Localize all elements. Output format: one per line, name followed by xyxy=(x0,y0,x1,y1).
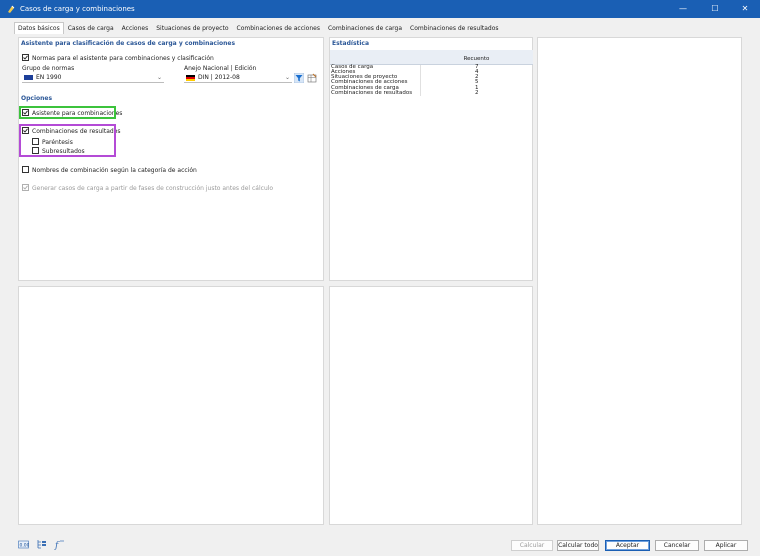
standard-group-value: EN 1990 xyxy=(36,74,62,81)
standard-group-label: Grupo de normas xyxy=(22,65,75,72)
title-bar: Casos de carga y combinaciones — ☐ ✕ xyxy=(0,0,760,18)
check-icon xyxy=(23,55,28,60)
tab-combinaciones-de-acciones[interactable]: Combinaciones de acciones xyxy=(233,22,324,34)
chevron-down-icon: ⌄ xyxy=(284,74,290,81)
statistics-title: Estadística xyxy=(332,40,370,47)
minimize-button[interactable]: — xyxy=(668,0,698,18)
accept-button[interactable]: Aceptar xyxy=(605,540,650,551)
svg-text:ƒ: ƒ xyxy=(54,541,60,550)
tab-situaciones-de-proyecto[interactable]: Situaciones de proyecto xyxy=(152,22,232,34)
stats-header-name xyxy=(330,56,420,65)
calculate-button[interactable]: Calcular xyxy=(511,540,553,551)
statistics-table: Recuento Casos de carga 7 Acciones 4 Situa… xyxy=(330,50,533,96)
units-icon[interactable]: 0.00 xyxy=(18,539,29,550)
tab-bar: Datos básicos Casos de carga Acciones Si… xyxy=(14,22,503,34)
table-row: Combinaciones de resultados 2 xyxy=(330,89,533,96)
options-section-title: Opciones xyxy=(21,95,53,102)
bottom-left-panel xyxy=(18,286,324,525)
cancel-button[interactable]: Cancelar xyxy=(655,540,699,551)
highlight-green xyxy=(19,106,116,119)
standards-checkbox[interactable] xyxy=(22,54,29,61)
annex-value: DIN | 2012-08 xyxy=(198,74,240,81)
formula-icon[interactable]: ƒ xyxy=(54,539,65,550)
tab-casos-de-carga[interactable]: Casos de carga xyxy=(64,22,118,34)
maximize-button[interactable]: ☐ xyxy=(700,0,730,18)
stat-name: Combinaciones de resultados xyxy=(331,89,413,96)
tab-acciones[interactable]: Acciones xyxy=(118,22,153,34)
close-button[interactable]: ✕ xyxy=(730,0,760,18)
annex-label: Anejo Nacional | Edición xyxy=(184,65,257,72)
standards-checkbox-label: Normas para el asistente para combinacio… xyxy=(32,55,214,62)
standard-group-select[interactable]: EN 1990 ⌄ xyxy=(22,73,164,83)
annex-select[interactable]: DIN | 2012-08 ⌄ xyxy=(184,73,292,83)
generate-checkbox xyxy=(22,184,29,191)
generate-label: Generar casos de carga a partir de fases… xyxy=(32,185,274,192)
wizard-section-title: Asistente para clasificación de casos de… xyxy=(21,40,236,47)
preview-panel xyxy=(537,37,742,525)
chevron-down-icon: ⌄ xyxy=(156,74,162,81)
de-flag-icon xyxy=(186,75,195,81)
edit-table-icon[interactable] xyxy=(307,73,317,83)
filter-icon[interactable] xyxy=(294,73,304,83)
stats-header-count: Recuento xyxy=(420,56,533,65)
calculate-all-button[interactable]: Calcular todo xyxy=(557,540,599,551)
tab-datos-basicos[interactable]: Datos básicos xyxy=(14,22,64,34)
naming-checkbox[interactable] xyxy=(22,166,29,173)
check-icon xyxy=(23,185,28,190)
tab-combinaciones-de-carga[interactable]: Combinaciones de carga xyxy=(324,22,406,34)
tree-view-icon[interactable] xyxy=(36,539,47,550)
highlight-purple xyxy=(19,124,116,157)
tab-combinaciones-de-resultados[interactable]: Combinaciones de resultados xyxy=(406,22,503,34)
eu-flag-icon xyxy=(24,75,33,80)
bottom-middle-panel xyxy=(329,286,533,525)
apply-button[interactable]: Aplicar xyxy=(704,540,748,551)
window-title: Casos de carga y combinaciones xyxy=(20,5,135,13)
app-icon xyxy=(8,5,15,13)
naming-label: Nombres de combinación según la categorí… xyxy=(32,167,197,174)
svg-text:0.00: 0.00 xyxy=(20,543,30,549)
stat-count: 2 xyxy=(419,90,533,96)
